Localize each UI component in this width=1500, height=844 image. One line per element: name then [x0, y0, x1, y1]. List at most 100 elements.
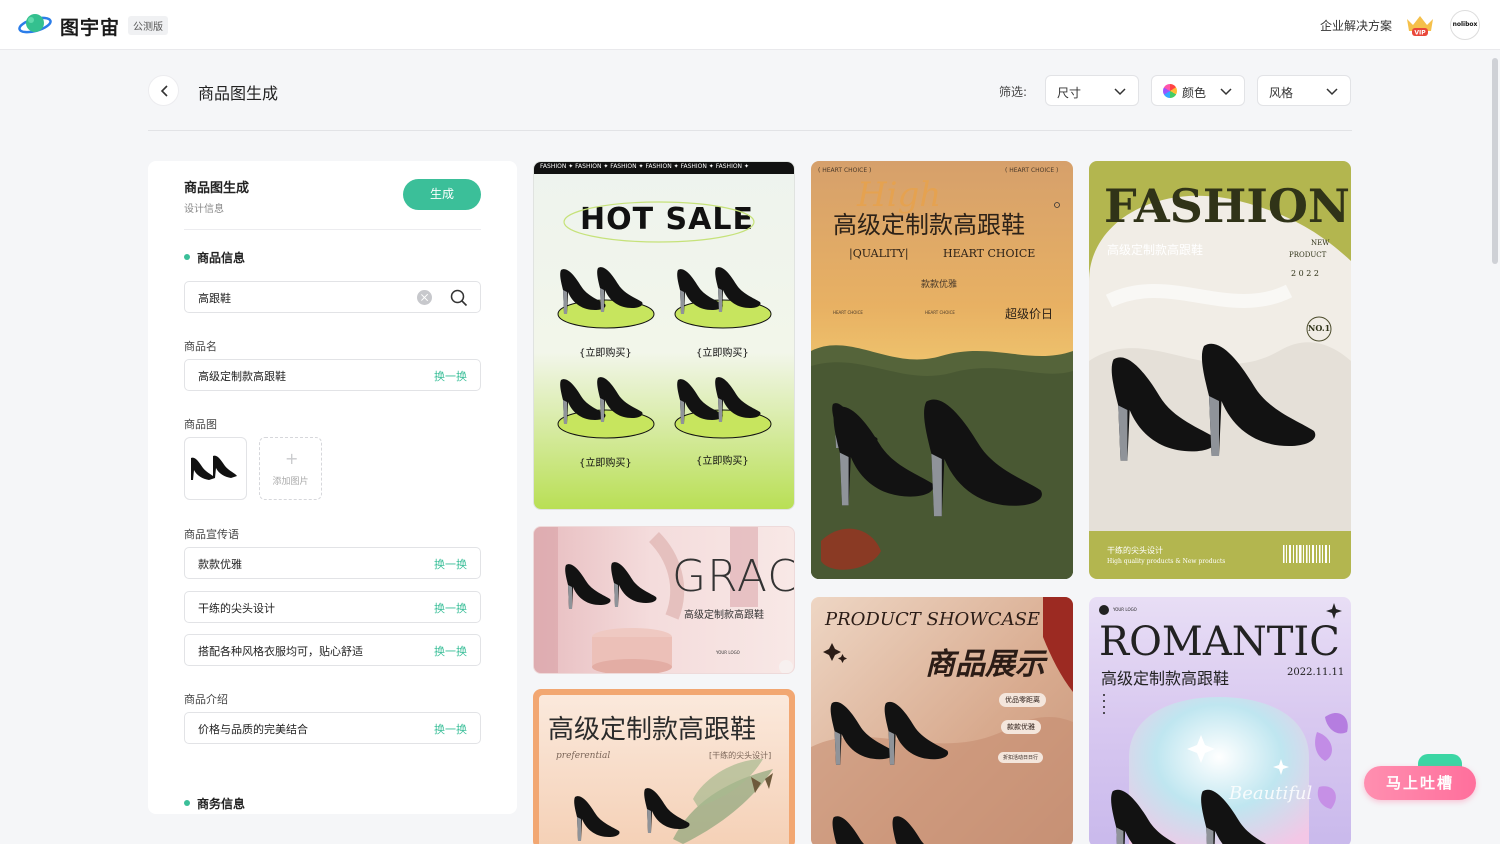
- panel-title: 商品图生成: [184, 181, 250, 196]
- swap-button[interactable]: 换一换: [434, 643, 467, 659]
- panel-subtitle: 设计信息: [184, 204, 224, 215]
- fashion-product: PRODUCT: [1289, 251, 1327, 259]
- size-filter-dropdown[interactable]: 尺寸: [1045, 75, 1139, 106]
- back-button[interactable]: [148, 75, 179, 106]
- template-card-peach[interactable]: 高级定制款高跟鞋 preferential [干练的尖头设计]: [533, 689, 795, 844]
- vip-label: VIP: [1414, 30, 1426, 37]
- slogan-field-3[interactable]: 搭配各种风格衣服均可，贴心舒适 换一换: [184, 634, 481, 666]
- panel-divider: [184, 229, 481, 230]
- hot-sale-shoes-graphic: [557, 201, 772, 439]
- romantic-script: Beautiful: [1229, 783, 1313, 804]
- search-value: 高跟鞋: [198, 292, 231, 305]
- romantic-date: 2022.11.11: [1287, 667, 1345, 678]
- romantic-logo: YOUR LOGO: [1113, 607, 1137, 612]
- fashion-subtitle: 高级定制款高跟鞋: [1107, 243, 1204, 257]
- size-filter-label: 尺寸: [1057, 86, 1082, 100]
- buy-now-label: {立即购买}: [579, 458, 632, 469]
- buy-now-label: {立即购买}: [696, 348, 749, 359]
- template-card-hot-sale[interactable]: FASHION ✦ FASHION ✦ FASHION ✦ FASHION ✦ …: [533, 161, 795, 510]
- swap-button[interactable]: 换一换: [434, 556, 467, 572]
- enterprise-solutions-link[interactable]: 企业解决方案: [1320, 17, 1392, 34]
- fashion-headline: FASHION: [1104, 179, 1350, 233]
- page-title: 商品图生成: [198, 84, 279, 103]
- high-small-text: HEART CHOICE: [925, 310, 955, 315]
- chevron-down-icon: [1326, 88, 1338, 96]
- page-scrollbar[interactable]: [1492, 58, 1498, 264]
- style-filter-dropdown[interactable]: 风格: [1257, 75, 1351, 106]
- high-heart-choice: HEART CHOICE: [943, 247, 1036, 260]
- swap-button[interactable]: 换一换: [434, 721, 467, 737]
- high-quality: |QUALITY|: [849, 247, 909, 260]
- brand-name[interactable]: 图宇宙: [60, 13, 120, 40]
- template-card-grace[interactable]: GRACE 高级定制款高跟鞋 YOUR LOGO: [533, 526, 795, 674]
- buy-now-label: {立即购买}: [579, 348, 632, 359]
- clear-icon[interactable]: [417, 290, 432, 305]
- slogan-label: 商品宣传语: [184, 528, 239, 541]
- top-bar: 图宇宙 公测版 企业解决方案 VIP nolibox: [0, 0, 1500, 50]
- beta-badge: 公测版: [128, 16, 168, 35]
- plus-icon: +: [285, 449, 299, 468]
- color-wheel-icon: [1163, 84, 1177, 98]
- filter-label: 筛选:: [999, 85, 1028, 99]
- grace-subtitle: 高级定制款高跟鞋: [684, 610, 764, 621]
- style-filter-label: 风格: [1269, 86, 1294, 100]
- high-small-text: HEART CHOICE: [833, 310, 863, 315]
- color-filter-label: 颜色: [1182, 86, 1207, 100]
- color-filter-dropdown[interactable]: 颜色: [1151, 75, 1245, 106]
- fashion-footer-cn: 干练的尖头设计: [1107, 546, 1163, 555]
- showcase-tag: 优品零距离: [999, 693, 1046, 707]
- user-avatar[interactable]: nolibox: [1450, 10, 1480, 40]
- slogan-value: 干练的尖头设计: [198, 602, 275, 615]
- slogan-value: 款款优雅: [198, 558, 242, 571]
- product-search-input[interactable]: 高跟鞋: [184, 281, 481, 313]
- template-card-fashion[interactable]: FASHION 高级定制款高跟鞋 NEW PRODUCT 2 0 2 2 NO.…: [1089, 161, 1351, 579]
- swap-button[interactable]: 换一换: [434, 600, 467, 616]
- product-name-field[interactable]: 高级定制款高跟鞋 换一换: [184, 359, 481, 391]
- high-headline: 高级定制款高跟鞋: [833, 211, 1025, 239]
- showcase-tag: 款款优雅: [1001, 720, 1041, 734]
- grace-logo: YOUR LOGO: [716, 650, 740, 655]
- design-info-panel: 商品图生成 设计信息 生成 商品信息 高跟鞋 商品名 高级定制款高跟鞋 换一换 …: [148, 161, 517, 814]
- heart-choice-top-right: ( HEART CHOICE ): [1005, 167, 1059, 174]
- high-elegant: 款款优雅: [921, 280, 958, 290]
- feedback-button[interactable]: 马上吐槽: [1364, 766, 1476, 800]
- add-image-label: 添加图片: [272, 477, 309, 487]
- romantic-headline: ROMANTIC: [1099, 619, 1340, 665]
- showcase-english-title: PRODUCT SHOWCASE: [825, 609, 1041, 630]
- chevron-left-icon: [160, 85, 168, 97]
- product-image-thumbnail[interactable]: [184, 437, 247, 500]
- fashion-new: NEW: [1311, 239, 1330, 247]
- romantic-subtitle: 高级定制款高跟鞋: [1101, 669, 1230, 688]
- buy-now-label: {立即购买}: [696, 456, 749, 467]
- fashion-no1-badge: NO.1: [1308, 323, 1331, 333]
- search-icon[interactable]: [450, 289, 468, 307]
- add-image-button[interactable]: + 添加图片: [259, 437, 322, 500]
- high-super-price: 超级价日: [1005, 307, 1054, 321]
- template-card-showcase[interactable]: PRODUCT SHOWCASE 商品展示 优品零距离 款款优雅 折扣活动日日行: [811, 597, 1073, 844]
- template-card-romantic[interactable]: YOUR LOGO ROMANTIC 高级定制款高跟鞋 2022.11.11 B…: [1089, 597, 1351, 844]
- high-heel-icon: [191, 455, 237, 480]
- chevron-down-icon: [1114, 88, 1126, 96]
- product-name-value: 高级定制款高跟鞋: [198, 370, 286, 383]
- title-divider: [148, 130, 1352, 131]
- planet-logo-icon[interactable]: [18, 11, 52, 37]
- fashion-year: 2 0 2 2: [1291, 269, 1319, 278]
- product-image-label: 商品图: [184, 418, 217, 431]
- swap-button[interactable]: 换一换: [434, 368, 467, 384]
- product-name-label: 商品名: [184, 340, 217, 353]
- generate-button[interactable]: 生成: [403, 179, 481, 210]
- showcase-chinese-title: 商品展示: [925, 647, 1045, 682]
- chevron-down-icon: [1220, 88, 1232, 96]
- heart-choice-top-left: ( HEART CHOICE ): [818, 167, 872, 174]
- product-intro-label: 商品介绍: [184, 693, 228, 706]
- peach-shoes-graphic: [574, 759, 773, 844]
- product-info-section-title: 商品信息: [184, 249, 245, 266]
- grace-headline: GRACE: [672, 551, 794, 602]
- fashion-footer-en: High quality products & New products: [1107, 558, 1226, 565]
- template-card-high[interactable]: ( HEART CHOICE ) ( HEART CHOICE ) High 高…: [811, 161, 1073, 579]
- slogan-field-1[interactable]: 款款优雅 换一换: [184, 547, 481, 579]
- product-intro-value: 价格与品质的完美结合: [198, 723, 308, 736]
- slogan-field-2[interactable]: 干练的尖头设计 换一换: [184, 591, 481, 623]
- product-intro-field[interactable]: 价格与品质的完美结合 换一换: [184, 712, 481, 744]
- vip-crown-icon[interactable]: VIP: [1404, 13, 1436, 37]
